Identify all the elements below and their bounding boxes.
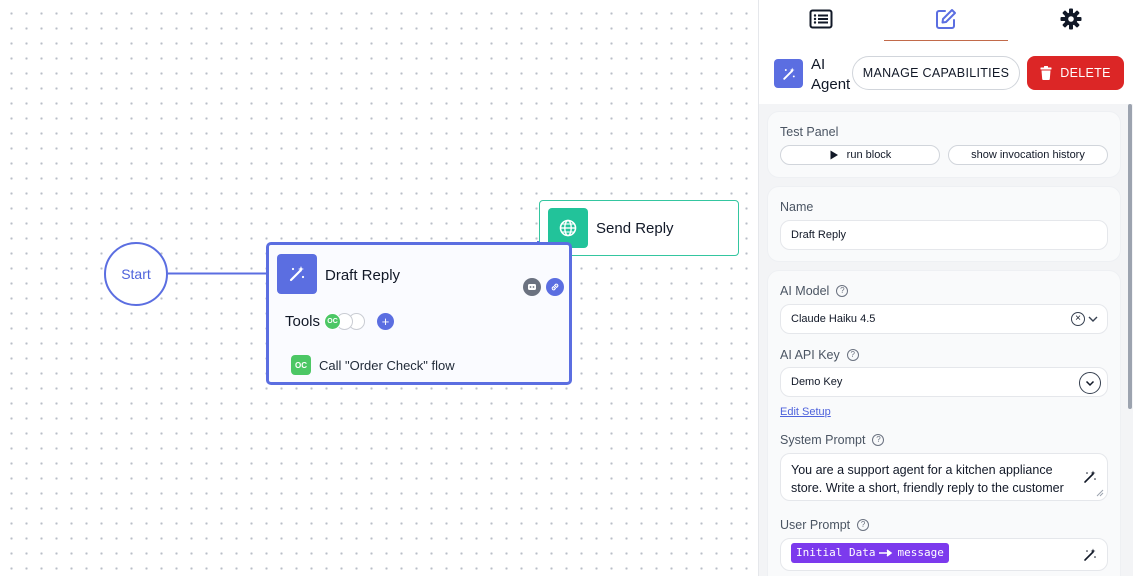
scrollbar-thumb[interactable] — [1128, 104, 1132, 409]
token-field: message — [897, 546, 944, 559]
name-label: Name — [780, 200, 814, 214]
tool-item-label: Call "Order Check" flow — [319, 357, 455, 373]
send-reply-node-label: Send Reply — [596, 219, 674, 237]
delete-button-label: DELETE — [1060, 66, 1111, 80]
help-icon[interactable]: ? — [857, 519, 870, 531]
draft-reply-node[interactable]: Draft Reply Tools OC + OC Call "Order Ch… — [266, 242, 572, 385]
user-prompt-textarea[interactable]: Initial Data message — [780, 538, 1108, 571]
play-icon — [830, 150, 838, 160]
system-prompt-textarea[interactable]: You are a support agent for a kitchen ap… — [780, 453, 1108, 501]
tab-list[interactable] — [759, 0, 883, 42]
user-prompt-label: User Prompt ? — [780, 518, 870, 532]
chevron-down-icon[interactable] — [1079, 372, 1101, 394]
model-badge-icon[interactable] — [523, 278, 541, 296]
system-prompt-label: System Prompt ? — [780, 433, 885, 447]
user-prompt-label-text: User Prompt — [780, 518, 851, 532]
help-icon[interactable]: ? — [846, 349, 859, 361]
ai-model-label: AI Model ? — [780, 284, 849, 298]
test-panel-section: Test Panel run block show invocation his… — [767, 111, 1121, 178]
ai-api-key-value: Demo Key — [791, 376, 843, 388]
token-source: Initial Data — [796, 546, 876, 559]
block-type-title: AI Agent — [811, 56, 851, 93]
ai-model-label-text: AI Model — [780, 284, 830, 298]
properties-panel: AI Agent MANAGE CAPABILITIES DELETE Test… — [758, 0, 1133, 576]
edit-setup-link[interactable]: Edit Setup — [780, 406, 831, 418]
tab-edit[interactable] — [884, 0, 1008, 42]
variable-token[interactable]: Initial Data message — [791, 543, 949, 563]
draft-reply-node-title: Draft Reply — [325, 267, 401, 284]
ai-model-value: Claude Haiku 4.5 — [791, 313, 876, 325]
active-tab-indicator — [884, 40, 1008, 41]
tab-settings[interactable] — [1009, 0, 1133, 42]
list-icon — [809, 9, 833, 34]
panel-tabbar — [759, 0, 1133, 42]
help-icon[interactable]: ? — [836, 285, 849, 297]
ai-api-key-select[interactable]: Demo Key — [780, 367, 1108, 397]
manage-capabilities-button[interactable]: MANAGE CAPABILITIES — [852, 56, 1020, 90]
start-node[interactable]: Start — [104, 242, 168, 306]
magic-wand-icon — [277, 254, 317, 294]
tools-row: Tools OC + — [285, 313, 395, 330]
magic-wand-icon[interactable] — [1083, 548, 1097, 562]
run-block-button[interactable]: run block — [780, 145, 940, 165]
help-icon[interactable]: ? — [872, 434, 885, 446]
system-prompt-value: You are a support agent for a kitchen ap… — [791, 463, 1064, 500]
system-prompt-label-text: System Prompt — [780, 433, 866, 447]
panel-header: AI Agent MANAGE CAPABILITIES DELETE — [759, 42, 1133, 104]
clear-icon[interactable]: × — [1071, 312, 1085, 326]
flow-canvas[interactable]: Start Send Reply Draft Reply Tools OC + … — [0, 0, 758, 576]
run-block-label: run block — [846, 149, 892, 161]
tools-label: Tools — [285, 313, 321, 330]
ai-model-select[interactable]: Claude Haiku 4.5 × — [780, 304, 1108, 334]
link-badge-icon[interactable] — [546, 278, 564, 296]
name-input[interactable]: Draft Reply — [780, 220, 1108, 250]
arrow-right-icon — [879, 549, 893, 557]
start-node-label: Start — [121, 266, 151, 282]
config-section: AI Model ? Claude Haiku 4.5 × AI API Key… — [767, 270, 1121, 576]
ai-api-key-label: AI API Key ? — [780, 348, 859, 362]
chevron-down-icon — [1088, 316, 1098, 322]
add-tool-button[interactable]: + — [377, 313, 395, 330]
edit-icon — [935, 8, 957, 35]
show-invocation-history-button[interactable]: show invocation history — [948, 145, 1108, 165]
name-section: Name Draft Reply — [767, 186, 1121, 262]
delete-button[interactable]: DELETE — [1027, 56, 1124, 90]
magic-wand-icon[interactable] — [1083, 470, 1097, 484]
gear-icon — [1060, 8, 1082, 35]
tool-list-item[interactable]: OC Call "Order Check" flow — [291, 355, 455, 375]
tool-item-chip: OC — [291, 355, 311, 375]
resize-handle-icon[interactable] — [1096, 489, 1104, 497]
tool-chip-oc[interactable]: OC — [324, 313, 342, 330]
ai-api-key-label-text: AI API Key — [780, 348, 840, 362]
magic-wand-icon — [774, 59, 803, 88]
test-panel-label: Test Panel — [780, 125, 839, 139]
trash-icon — [1040, 66, 1052, 80]
